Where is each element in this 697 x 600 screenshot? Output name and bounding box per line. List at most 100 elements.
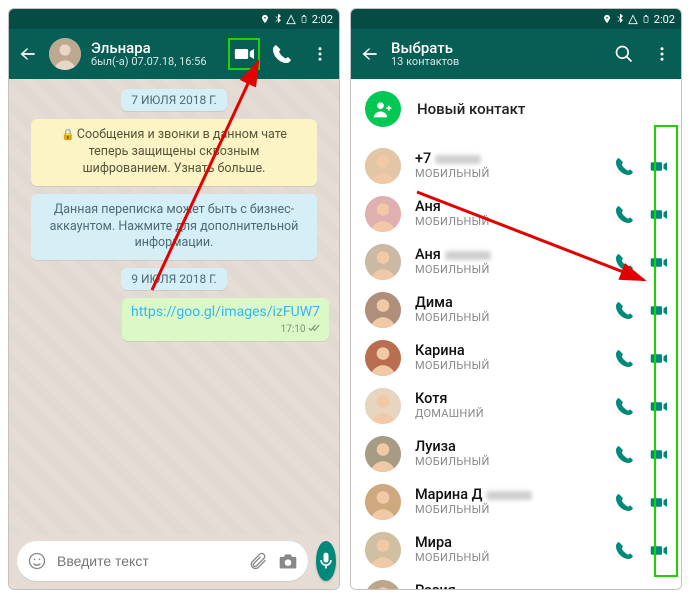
contact-type: ДОМАШНИЙ xyxy=(415,408,601,421)
video-call-icon[interactable] xyxy=(649,157,667,175)
video-call-icon[interactable] xyxy=(649,493,667,511)
contact-type: МОБИЛЬНЫЙ xyxy=(415,168,601,181)
message-input[interactable] xyxy=(57,553,238,569)
contact-avatar xyxy=(365,244,401,280)
voice-call-icon[interactable] xyxy=(615,541,633,559)
video-call-icon[interactable] xyxy=(649,541,667,559)
back-button[interactable] xyxy=(359,43,381,65)
contact-avatar xyxy=(365,148,401,184)
chat-contact-name: Эльнара xyxy=(91,40,223,57)
contact-name: Аня xyxy=(415,247,601,264)
voice-call-icon[interactable] xyxy=(615,253,633,271)
camera-icon[interactable] xyxy=(278,551,298,571)
delivered-icon xyxy=(308,323,320,333)
contact-name: Аня xyxy=(415,199,601,216)
contact-name: Карина xyxy=(415,343,601,360)
outgoing-message[interactable]: https://goo.gl/images/izFUW7 17:10 xyxy=(122,298,329,341)
back-button[interactable] xyxy=(17,43,39,65)
contact-avatar xyxy=(365,580,401,589)
contact-row[interactable]: Котя ДОМАШНИЙ xyxy=(351,379,681,427)
contact-type: МОБИЛЬНЫЙ xyxy=(415,504,601,517)
contact-row[interactable]: Мира МОБИЛЬНЫЙ xyxy=(351,523,681,571)
contact-avatar xyxy=(365,196,401,232)
message-link[interactable]: https://goo.gl/images/izFUW7 xyxy=(131,304,320,320)
search-button[interactable] xyxy=(613,43,635,65)
battery-icon xyxy=(299,14,309,24)
contact-name: Луиза xyxy=(415,439,601,456)
contact-type: МОБИЛЬНЫЙ xyxy=(415,216,601,229)
date-separator: 7 ИЮЛЯ 2018 Г. xyxy=(121,89,226,111)
picker-subtitle: 13 контактов xyxy=(391,56,603,68)
chat-input-bar xyxy=(9,535,339,589)
contact-name: Разия xyxy=(415,583,601,589)
contact-row[interactable]: Аня МОБИЛЬНЫЙ xyxy=(351,187,681,235)
chat-body: 7 ИЮЛЯ 2018 Г. 🔒Сообщения и звонки в дан… xyxy=(9,79,339,535)
voice-call-button[interactable] xyxy=(271,43,293,65)
battery-icon xyxy=(641,14,651,24)
contact-type: МОБИЛЬНЫЙ xyxy=(415,456,601,469)
mic-button[interactable] xyxy=(316,541,336,581)
date-separator: 9 ИЮЛЯ 2018 Г. xyxy=(121,268,226,290)
video-call-icon[interactable] xyxy=(649,205,667,223)
location-icon xyxy=(602,14,612,24)
contact-row[interactable]: Дима МОБИЛЬНЫЙ xyxy=(351,283,681,331)
attach-icon[interactable] xyxy=(248,551,268,571)
contact-type: МОБИЛЬНЫЙ xyxy=(415,552,601,565)
video-call-icon[interactable] xyxy=(649,349,667,367)
bluetooth-icon xyxy=(615,14,625,24)
voice-call-icon[interactable] xyxy=(615,493,633,511)
video-call-icon[interactable] xyxy=(649,445,667,463)
picker-title: Выбрать xyxy=(391,40,603,57)
contact-type: МОБИЛЬНЫЙ xyxy=(415,312,601,325)
status-time: 2:02 xyxy=(654,13,675,26)
signal-icon xyxy=(286,14,296,24)
contact-name: +7 xyxy=(415,151,601,168)
voice-call-icon[interactable] xyxy=(615,301,633,319)
contact-row[interactable]: Аня МОБИЛЬНЫЙ xyxy=(351,235,681,283)
video-call-icon[interactable] xyxy=(649,301,667,319)
voice-call-icon[interactable] xyxy=(615,205,633,223)
contact-name: Марина Д xyxy=(415,487,601,504)
contact-row[interactable]: Луиза МОБИЛЬНЫЙ xyxy=(351,427,681,475)
add-contact-icon xyxy=(365,91,401,127)
contact-name: Котя xyxy=(415,391,601,408)
new-contact-button[interactable]: Новый контакт xyxy=(351,79,681,139)
contact-row[interactable]: +7 МОБИЛЬНЫЙ xyxy=(351,139,681,187)
status-time: 2:02 xyxy=(312,13,333,26)
video-call-icon[interactable] xyxy=(649,253,667,271)
contact-name: Мира xyxy=(415,535,601,552)
voice-call-icon[interactable] xyxy=(615,157,633,175)
contact-row[interactable]: Разия МОБИЛЬНЫЙ xyxy=(351,571,681,589)
contacts-list: Новый контакт +7 МОБИЛЬНЫЙ Аня МОБИЛЬНЫЙ xyxy=(351,79,681,589)
contact-avatar xyxy=(365,484,401,520)
contact-avatar xyxy=(365,388,401,424)
status-bar: 2:02 xyxy=(9,9,339,29)
chat-header: Эльнара был(-а) 07.07.18, 16:56 xyxy=(9,29,339,79)
contact-type: МОБИЛЬНЫЙ xyxy=(415,264,601,277)
picker-header: Выбрать 13 контактов xyxy=(351,29,681,79)
chat-last-seen: был(-а) 07.07.18, 16:56 xyxy=(91,56,223,68)
lock-icon: 🔒 xyxy=(61,128,75,141)
chat-avatar[interactable] xyxy=(49,38,81,70)
menu-button[interactable] xyxy=(309,43,331,65)
contact-row[interactable]: Карина МОБИЛЬНЫЙ xyxy=(351,331,681,379)
phone-chat: 2:02 Эльнара был(-а) 07.07.18, 16:56 7 И… xyxy=(8,8,340,590)
signal-icon xyxy=(628,14,638,24)
menu-button[interactable] xyxy=(651,43,673,65)
encryption-notice[interactable]: 🔒Сообщения и звонки в данном чате теперь… xyxy=(31,119,316,186)
contact-avatar xyxy=(365,532,401,568)
video-call-icon[interactable] xyxy=(649,397,667,415)
voice-call-icon[interactable] xyxy=(615,349,633,367)
message-time: 17:10 xyxy=(281,324,306,335)
contact-avatar xyxy=(365,340,401,376)
status-bar: 2:02 xyxy=(351,9,681,29)
video-call-button[interactable] xyxy=(233,43,255,65)
business-notice[interactable]: Данная переписка может быть с бизнес-акк… xyxy=(31,194,316,261)
contact-row[interactable]: Марина Д МОБИЛЬНЫЙ xyxy=(351,475,681,523)
new-contact-label: Новый контакт xyxy=(417,100,525,118)
location-icon xyxy=(260,14,270,24)
bluetooth-icon xyxy=(273,14,283,24)
voice-call-icon[interactable] xyxy=(615,397,633,415)
emoji-icon[interactable] xyxy=(27,551,47,571)
voice-call-icon[interactable] xyxy=(615,445,633,463)
